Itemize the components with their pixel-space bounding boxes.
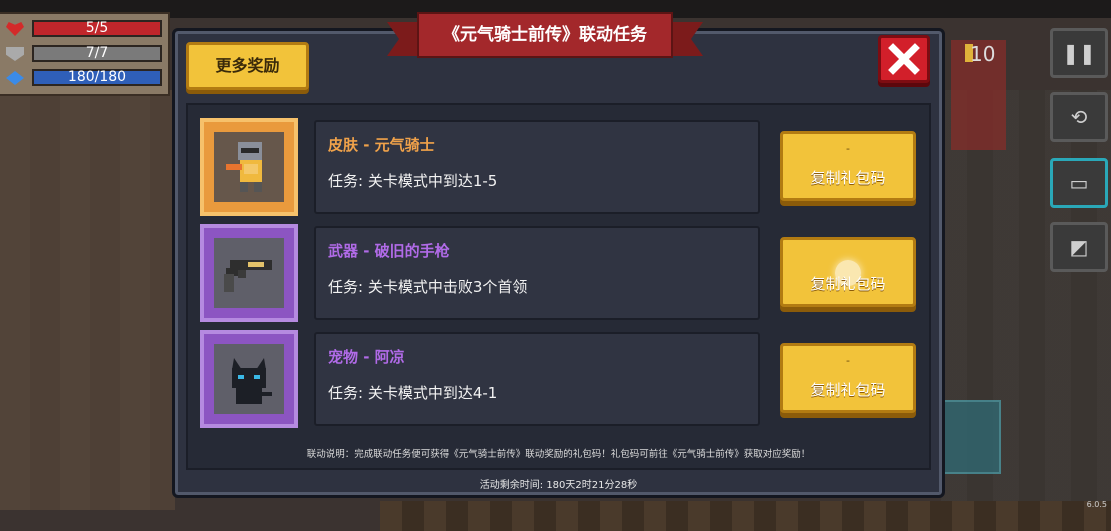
reward-title: 宠物 - 阿凉 bbox=[328, 348, 405, 366]
copy-gift-code-label: 复制礼包码 bbox=[810, 275, 886, 293]
player-stats-panel: 5/5 7/7 180/180 bbox=[0, 12, 170, 96]
knight-skin-icon bbox=[226, 142, 262, 192]
task-description: 任务: 关卡模式中到达4-1 bbox=[328, 384, 498, 402]
close-button[interactable] bbox=[878, 35, 930, 83]
copy-gift-code-label: 复制礼包码 bbox=[810, 381, 886, 399]
armor-stat: 7/7 bbox=[6, 45, 162, 63]
armor-bar: 7/7 bbox=[32, 45, 162, 62]
reward-title: 皮肤 - 元气骑士 bbox=[328, 136, 435, 154]
map-button[interactable]: ◩ bbox=[1050, 222, 1108, 272]
task-info: 皮肤 - 元气骑士 任务: 关卡模式中到达1-5 bbox=[314, 120, 760, 214]
energy-stat: 180/180 bbox=[6, 69, 162, 87]
dialog-title: 《元气骑士前传》联动任务 bbox=[417, 12, 673, 58]
copy-gift-code-label: 复制礼包码 bbox=[810, 169, 886, 187]
coin-count: 10 bbox=[970, 42, 996, 66]
swap-icon: ⟲ bbox=[1070, 105, 1088, 129]
task-info: 宠物 - 阿凉 任务: 关卡模式中到达4-1 bbox=[314, 332, 760, 426]
energy-crystal-icon bbox=[6, 71, 24, 85]
shield-icon bbox=[6, 47, 24, 61]
reward-icon-frame bbox=[200, 224, 298, 322]
version-label: 6.0.5 bbox=[1086, 500, 1107, 509]
pistol-icon bbox=[224, 260, 272, 292]
copy-gift-code-button[interactable]: - 复制礼包码 bbox=[780, 343, 916, 413]
collab-note: 联动说明：完成联动任务便可获得《元气骑士前传》联动奖励的礼包码！礼包码可前往《元… bbox=[306, 449, 811, 460]
event-timer: 活动剩余时间: 180天2时21分28秒 bbox=[479, 480, 638, 491]
gift-code-status: - bbox=[846, 142, 850, 155]
copy-gift-code-button[interactable]: - 复制礼包码 bbox=[780, 131, 916, 201]
pause-icon: ❚❚ bbox=[1062, 41, 1096, 65]
task-row: 宠物 - 阿凉 任务: 关卡模式中到达4-1 - 复制礼包码 bbox=[198, 330, 918, 430]
task-row: 武器 - 破旧的手枪 任务: 关卡模式中击败3个首领 复制礼包码 bbox=[198, 224, 918, 324]
task-description: 任务: 关卡模式中击败3个首领 bbox=[328, 278, 528, 296]
dungeon-floor-left bbox=[0, 90, 175, 510]
reward-title: 武器 - 破旧的手枪 bbox=[328, 242, 450, 260]
pause-button[interactable]: ❚❚ bbox=[1050, 28, 1108, 78]
health-bar: 5/5 bbox=[32, 20, 162, 37]
controller-button[interactable]: ▭ bbox=[1050, 158, 1108, 208]
task-info: 武器 - 破旧的手枪 任务: 关卡模式中击败3个首领 bbox=[314, 226, 760, 320]
reward-icon-frame bbox=[200, 330, 298, 428]
black-cat-pet-icon bbox=[232, 358, 272, 404]
heart-icon bbox=[6, 22, 24, 36]
task-description: 任务: 关卡模式中到达1-5 bbox=[328, 172, 498, 190]
energy-bar: 180/180 bbox=[32, 69, 162, 86]
dialog-title-ribbon: 《元气骑士前传》联动任务 bbox=[387, 12, 703, 64]
gamepad-icon: ▭ bbox=[1069, 171, 1089, 195]
copy-gift-code-button[interactable]: 复制礼包码 bbox=[780, 237, 916, 307]
swap-weapon-button[interactable]: ⟲ bbox=[1050, 92, 1108, 142]
task-row: 皮肤 - 元气骑士 任务: 关卡模式中到达1-5 - 复制礼包码 bbox=[198, 118, 918, 218]
gift-code-status: - bbox=[846, 354, 850, 367]
more-rewards-button[interactable]: 更多奖励 bbox=[186, 42, 309, 90]
stairs-icon: ◩ bbox=[1069, 235, 1089, 259]
dungeon-floor-bottom bbox=[380, 501, 1111, 531]
health-stat: 5/5 bbox=[6, 20, 162, 38]
reward-icon-frame bbox=[200, 118, 298, 216]
